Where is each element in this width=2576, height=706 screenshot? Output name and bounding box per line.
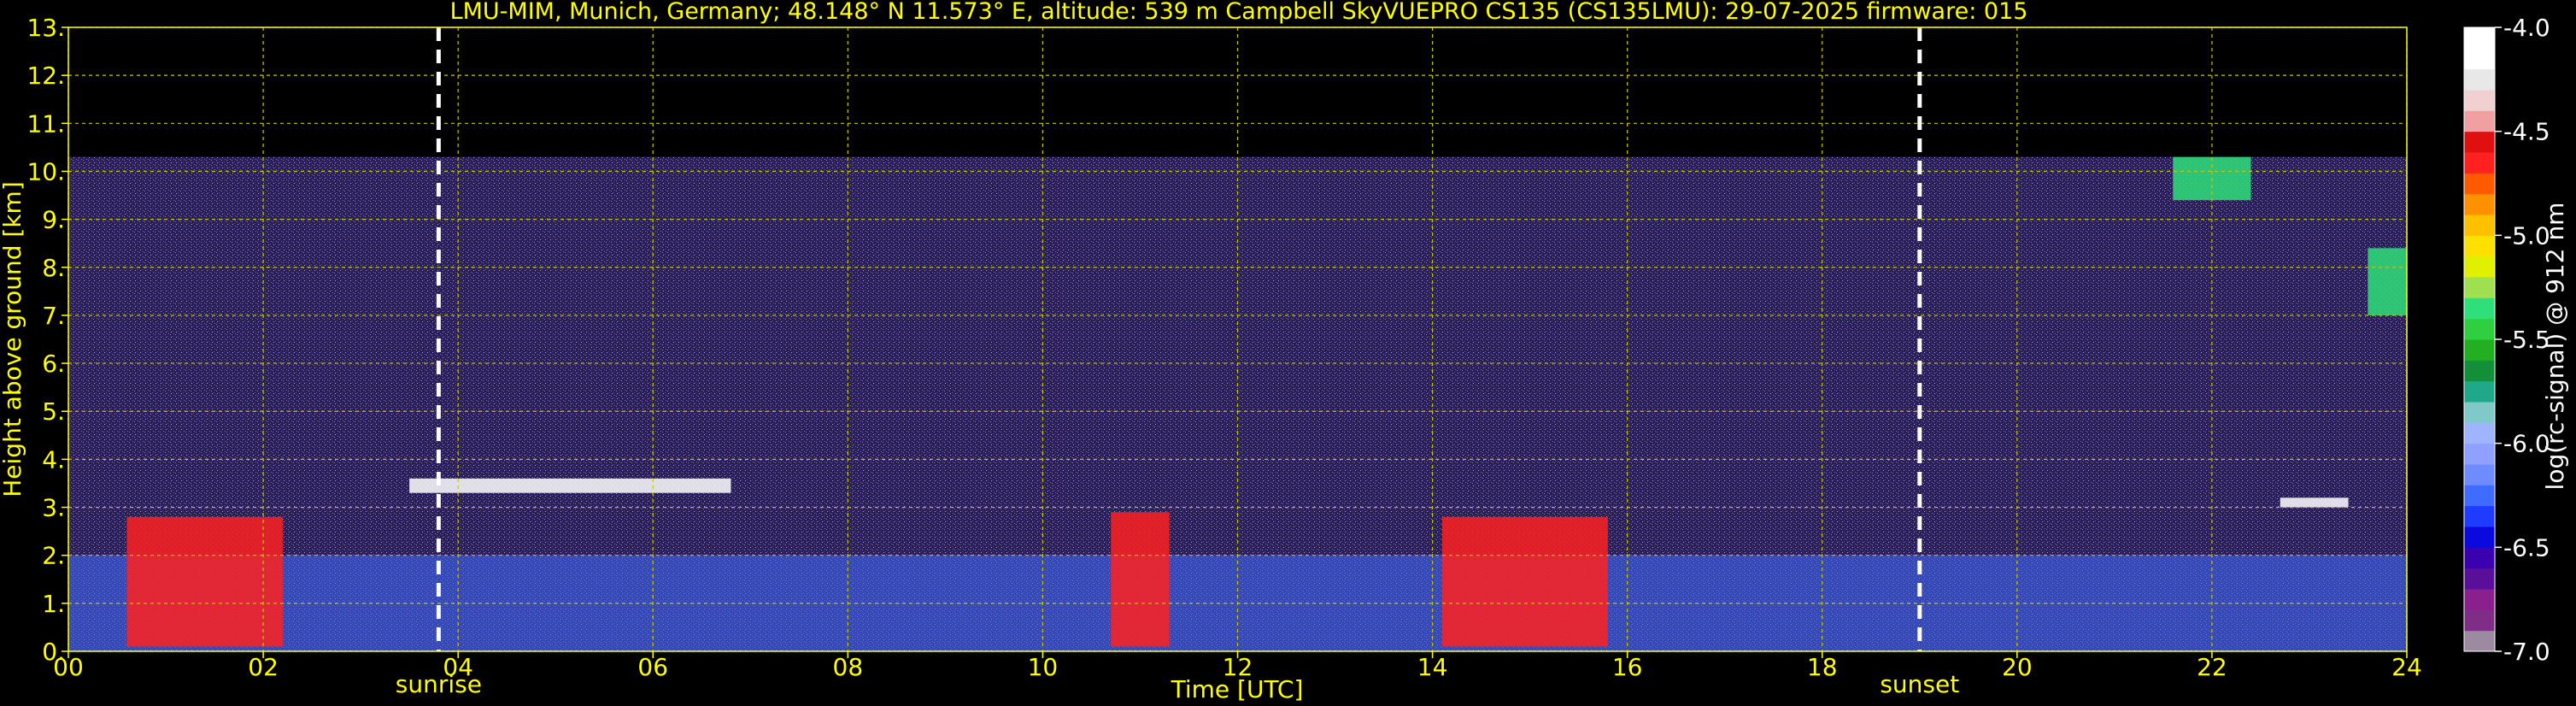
x-tick-label: 02 <box>248 653 279 681</box>
colorbar-swatch <box>2464 193 2495 215</box>
colorbar-swatch <box>2464 505 2495 527</box>
colorbar-swatch <box>2464 422 2495 444</box>
colorbar-swatch <box>2464 443 2495 465</box>
y-tick-label: 13. <box>26 14 65 42</box>
colorbar-tick-label: -4.5 <box>2503 118 2550 146</box>
colorbar: -4.0-4.5-5.0-5.5-6.0-6.5-7.0 <box>2463 14 2550 666</box>
colorbar-swatch <box>2464 318 2495 340</box>
y-tick-label: 6. <box>42 350 65 378</box>
x-tick-label: 16 <box>1612 653 1643 681</box>
y-tick-label: 10. <box>26 157 65 185</box>
colorbar-tick-label: -6.5 <box>2503 533 2550 562</box>
feature-cloud-base-layer <box>2280 497 2349 508</box>
y-tick-label: 7. <box>42 302 65 330</box>
colorbar-swatch <box>2464 568 2495 590</box>
marker-label-sunset: sunset <box>1880 670 1959 698</box>
colorbar-swatch <box>2464 380 2495 403</box>
feature-low-cloud <box>1111 512 1170 647</box>
colorbar-swatch <box>2464 235 2495 257</box>
colorbar-swatch <box>2464 131 2495 153</box>
colorbar-swatch <box>2464 547 2495 569</box>
x-axis-label: Time [UTC] <box>1171 675 1304 703</box>
y-axis-label: Height above ground [km] <box>0 181 26 497</box>
feature-high-cloud <box>2368 248 2407 315</box>
colorbar-swatch <box>2464 110 2495 132</box>
y-tick-label: 1. <box>42 590 65 618</box>
y-tick-label: 5. <box>42 397 65 426</box>
x-tick-label: 08 <box>833 653 864 681</box>
ceilometer-figure: LMU-MIM, Munich, Germany; 48.148° N 11.5… <box>0 0 2569 703</box>
colorbar-swatch <box>2464 402 2495 423</box>
y-axis: 0. 1. 2. 3. 4. 5. 6. 7. 8. 9. 10. 11. 12. 13. <box>26 14 68 666</box>
colorbar-swatch <box>2464 152 2495 174</box>
colorbar-swatch <box>2464 485 2495 507</box>
y-tick-label: 12. <box>26 62 65 90</box>
y-tick-label: 8. <box>42 254 65 282</box>
colorbar-swatch <box>2464 256 2495 278</box>
plot-area: sunrise sunset <box>67 26 2408 698</box>
colorbar-swatch <box>2464 90 2495 111</box>
colorbar-swatch <box>2464 277 2495 298</box>
x-tick-label: 04 <box>443 653 473 681</box>
colorbar-swatch <box>2464 609 2495 632</box>
colorbar-tick-label: -7.0 <box>2503 638 2550 666</box>
colorbar-swatch <box>2464 339 2495 361</box>
colorbar-swatch <box>2464 464 2495 485</box>
colorbar-label: log(rc-signal) @ 912 nm <box>2541 203 2569 491</box>
y-tick-label: 3. <box>42 494 65 522</box>
colorbar-swatch <box>2464 173 2495 195</box>
colorbar-swatch <box>2464 48 2495 70</box>
x-tick-label: 20 <box>2002 653 2033 681</box>
feature-low-cloud <box>1441 516 1608 647</box>
x-tick-label: 10 <box>1028 653 1059 681</box>
colorbar-swatch <box>2464 215 2495 236</box>
feature-low-cloud <box>126 516 283 647</box>
colorbar-swatch <box>2464 630 2495 652</box>
x-tick-label: 18 <box>1807 653 1838 681</box>
y-tick-label: 11. <box>26 109 65 138</box>
x-tick-label: 24 <box>2391 653 2422 681</box>
y-tick-label: 9. <box>42 206 65 234</box>
y-tick-label: 0. <box>42 638 65 666</box>
x-tick-label: 14 <box>1417 653 1448 681</box>
x-tick-label: 06 <box>637 653 668 681</box>
chart-title: LMU-MIM, Munich, Germany; 48.148° N 11.5… <box>450 0 2028 25</box>
colorbar-swatch <box>2464 27 2495 49</box>
y-tick-label: 2. <box>42 542 65 570</box>
colorbar-swatch <box>2464 360 2495 382</box>
colorbar-swatch <box>2464 68 2495 91</box>
colorbar-swatch <box>2464 297 2495 320</box>
colorbar-tick-label: -4.0 <box>2503 14 2550 42</box>
x-tick-label: 22 <box>2197 653 2227 681</box>
y-tick-label: 4. <box>42 445 65 474</box>
colorbar-swatch <box>2464 589 2495 610</box>
colorbar-swatch <box>2464 527 2495 548</box>
